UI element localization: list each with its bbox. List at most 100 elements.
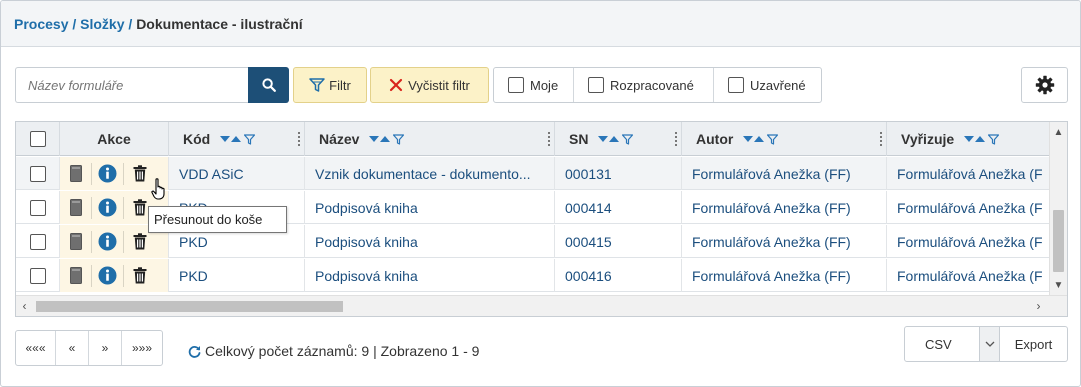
document-icon[interactable] [60,267,91,284]
column-resize-grip[interactable] [298,132,300,146]
refresh-icon[interactable] [188,345,201,358]
status-filter-group: Moje Rozpracované Uzavřené [493,67,822,103]
scroll-left-icon[interactable]: ‹ [16,296,33,316]
cell-author[interactable]: Formulářová Anežka (FF) [682,157,887,190]
vertical-scrollbar[interactable]: ▲ ▼ [1049,122,1067,296]
trash-icon[interactable] [124,267,155,284]
horizontal-scrollbar[interactable]: ‹ › [16,295,1067,316]
cell-code[interactable]: PKD [169,259,305,292]
filter-icon[interactable] [393,133,405,145]
first-page-button[interactable]: ««« [16,331,56,365]
table-row[interactable]: PKD Podpisová kniha 000416 Formulářová A… [16,259,1050,292]
cell-author[interactable]: Formulářová Anežka (FF) [682,191,887,224]
filter-button-label: Filtr [329,77,351,93]
column-header-code[interactable]: Kód [169,122,305,156]
cell-handler[interactable]: Formulářová Anežka (F [887,225,1050,258]
scroll-right-icon[interactable]: › [1030,296,1047,316]
cell-text: Podpisová kniha [315,233,418,250]
select-all-checkbox[interactable] [29,131,46,147]
info-icon[interactable] [92,198,123,217]
trash-icon[interactable] [124,233,155,250]
export-format-select[interactable]: CSV [904,326,1000,362]
info-icon[interactable] [92,266,123,285]
row-checkbox[interactable] [29,267,46,284]
cell-name[interactable]: Podpisová kniha [305,225,555,258]
settings-button[interactable] [1021,67,1068,103]
cell-author[interactable]: Formulářová Anežka (FF) [682,259,887,292]
column-header-name[interactable]: Název [305,122,555,156]
filter-icon[interactable] [622,133,634,145]
chevron-down-icon[interactable] [979,327,999,361]
column-resize-grip[interactable] [548,132,550,146]
hand-cursor-icon [151,178,165,200]
cell-sn[interactable]: 000131 [555,157,682,190]
filter-icon [309,78,325,92]
info-icon[interactable] [92,164,123,183]
filter-icon[interactable] [767,133,779,145]
info-icon[interactable] [92,232,123,251]
column-header-author[interactable]: Autor [682,122,887,156]
filter-button[interactable]: Filtr [293,67,367,103]
record-count-text: Celkový počet záznamů: 9 | Zobrazeno 1 -… [205,343,480,359]
sort-icon[interactable] [964,136,986,142]
cell-handler[interactable]: Formulářová Anežka (F [887,259,1050,292]
row-checkbox[interactable] [29,199,46,216]
row-checkbox[interactable] [29,233,46,250]
breadcrumb-link-slozky[interactable]: Složky [80,16,124,32]
cell-author[interactable]: Formulářová Anežka (FF) [682,225,887,258]
grid-header: Akce Kód Název SN Autor Vyřizuje [16,122,1050,156]
toggle-moje[interactable]: Moje [494,68,574,102]
column-header-sn[interactable]: SN [555,122,682,156]
sort-icon[interactable] [743,136,765,142]
cell-name[interactable]: Vznik dokumentace - dokumento... [305,157,555,190]
toggle-label: Uzavřené [750,77,806,93]
checkbox[interactable] [588,77,604,93]
cell-text: Formulářová Anežka (FF) [692,233,851,250]
next-page-button[interactable]: » [89,331,122,365]
row-checkbox[interactable] [29,165,46,182]
cell-text: Formulářová Anežka (FF) [692,199,851,216]
cell-sn[interactable]: 000415 [555,225,682,258]
filter-icon[interactable] [988,133,1000,145]
last-page-button[interactable]: »»» [122,331,162,365]
toggle-rozpracovane[interactable]: Rozpracované [574,68,714,102]
cell-handler[interactable]: Formulářová Anežka (F [887,157,1050,190]
cell-sn[interactable]: 000416 [555,259,682,292]
sort-icon[interactable] [220,136,242,142]
header-bar: Procesy / Složky / Dokumentace - ilustra… [1,1,1080,47]
sort-icon[interactable] [598,136,620,142]
cell-code[interactable]: VDD ASiC [169,157,305,190]
sort-icon[interactable] [369,136,391,142]
column-resize-grip[interactable] [675,132,677,146]
search-icon [261,78,276,92]
cell-handler[interactable]: Formulářová Anežka (F [887,191,1050,224]
cell-name[interactable]: Podpisová kniha [305,259,555,292]
cell-text: Formulářová Anežka (F [897,233,1043,250]
search-button[interactable] [248,67,289,103]
column-header-actions: Akce [60,122,169,156]
cell-name[interactable]: Podpisová kniha [305,191,555,224]
filter-icon[interactable] [244,133,256,145]
checkbox[interactable] [508,77,524,93]
cell-text: PKD [179,267,208,284]
column-resize-grip[interactable] [880,132,882,146]
checkbox[interactable] [728,77,744,93]
export-button[interactable]: Export [1000,326,1068,362]
breadcrumb-link-procesy[interactable]: Procesy [14,16,68,32]
scroll-down-icon[interactable]: ▼ [1050,277,1067,293]
document-icon[interactable] [60,233,91,250]
scroll-up-icon[interactable]: ▲ [1050,124,1067,140]
table-row[interactable]: VDD ASiC Vznik dokumentace - dokumento..… [16,157,1050,190]
column-header-handler[interactable]: Vyřizuje [887,122,1057,156]
vertical-scroll-thumb[interactable] [1053,210,1064,272]
clear-filter-button[interactable]: Vyčistit filtr [370,67,489,103]
record-count: Celkový počet záznamů: 9 | Zobrazeno 1 -… [188,343,479,359]
document-icon[interactable] [60,165,91,182]
search-input[interactable] [15,67,249,103]
horizontal-scroll-thumb[interactable] [36,301,343,312]
document-icon[interactable] [60,199,91,216]
column-header-label: Vyřizuje [901,131,955,147]
toggle-uzavrene[interactable]: Uzavřené [714,68,821,102]
prev-page-button[interactable]: « [56,331,89,365]
cell-sn[interactable]: 000414 [555,191,682,224]
